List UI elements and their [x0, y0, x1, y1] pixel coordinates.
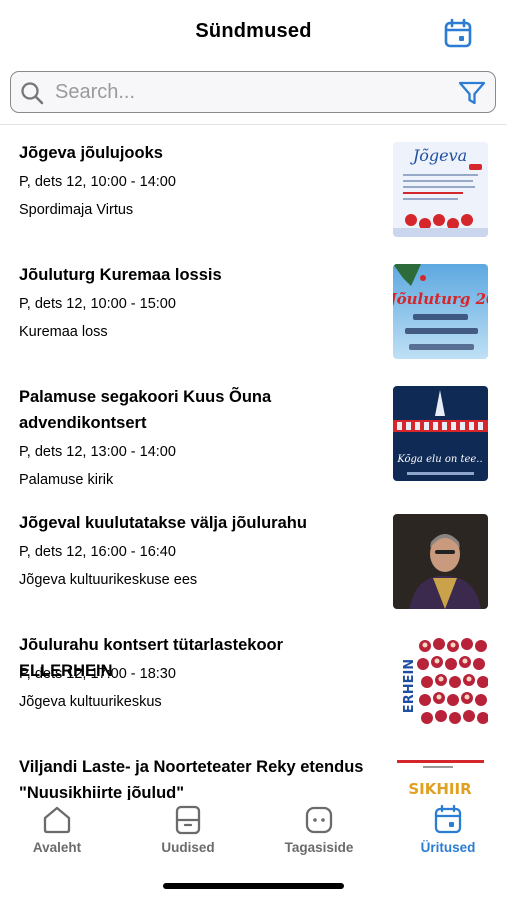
search-icon [19, 80, 45, 106]
event-thumbnail: Jõuluturg 20 [393, 264, 488, 359]
event-title: Jõgeval kuulutatakse välja jõulurahu [19, 514, 307, 532]
event-time: P, dets 12, 10:00 - 15:00 [19, 296, 176, 312]
event-time: P, dets 12, 17:00 - 18:30 [19, 666, 176, 682]
event-title: Jõgeva jõulujooks [19, 144, 163, 162]
home-indicator [163, 883, 344, 889]
event-item[interactable]: Jõuluturg Kuremaa lossis P, dets 12, 10:… [0, 262, 507, 362]
header: Sündmused [0, 0, 507, 64]
thumb-text: Kõga elu on tee.. [396, 454, 482, 465]
event-title: Jõuluturg Kuremaa lossis [19, 266, 222, 284]
filter-icon[interactable] [457, 78, 487, 108]
event-thumbnail: Jõgeva [393, 142, 488, 237]
home-icon [43, 806, 71, 834]
event-place: Palamuse kirik [19, 472, 114, 488]
event-item[interactable]: Jõgeva jõulujooks P, dets 12, 10:00 - 14… [0, 140, 507, 240]
tab-feedback[interactable]: Tagasiside [259, 804, 379, 855]
tab-label: Avaleht [32, 840, 82, 855]
event-thumbnail [393, 514, 488, 609]
event-time: P, dets 12, 10:00 - 14:00 [19, 174, 176, 190]
event-place: Jõgeva kultuurikeskuse ees [19, 572, 198, 588]
feedback-icon [305, 806, 333, 834]
thumb-text: SIKHIIR [408, 780, 472, 798]
event-time: P, dets 12, 13:00 - 14:00 [19, 444, 176, 460]
search-input[interactable]: Search... [55, 81, 135, 104]
thumb-text: ERHEIN [402, 659, 417, 713]
tab-news[interactable]: Uudised [128, 804, 248, 855]
tab-label: Üritused [420, 840, 476, 855]
search-bar[interactable]: Search... [10, 71, 496, 113]
event-item[interactable]: Palamuse segakoori Kuus Õuna advendikont… [0, 384, 507, 509]
tab-label: Uudised [161, 840, 215, 855]
tab-home[interactable]: Avaleht [0, 804, 117, 855]
tab-label: Tagasiside [284, 840, 354, 855]
news-icon [175, 805, 201, 835]
thumb-text: Jõuluturg 20 [393, 290, 488, 308]
event-thumbnail: SIKHIIR [393, 758, 488, 800]
event-time: P, dets 12, 16:00 - 16:40 [19, 544, 176, 560]
event-item[interactable]: Jõgeval kuulutatakse välja jõulurahu P, … [0, 510, 507, 610]
event-title: Palamuse segakoori Kuus Õuna advendikont… [19, 388, 272, 432]
event-item[interactable]: Jõulurahu kontsert tütarlastekoor ELLERH… [0, 632, 507, 732]
event-thumbnail: ERHEIN [393, 636, 488, 731]
event-title: Viljandi Laste- ja Noorteteater Reky ete… [19, 758, 364, 800]
event-place: Jõgeva kultuurikeskus [19, 694, 162, 710]
thumb-text: Jõgeva [410, 146, 467, 165]
page-title: Sündmused [195, 20, 312, 42]
event-place: Kuremaa loss [19, 324, 108, 340]
event-thumbnail: Kõga elu on tee.. [393, 386, 488, 481]
event-item[interactable]: Viljandi Laste- ja Noorteteater Reky ete… [0, 754, 507, 800]
event-list: Jõgeva jõulujooks P, dets 12, 10:00 - 14… [0, 125, 507, 800]
tab-events[interactable]: Üritused [388, 804, 507, 855]
calendar-icon[interactable] [441, 18, 475, 50]
event-place: Spordimaja Virtus [19, 202, 134, 218]
calendar-icon [434, 804, 462, 834]
